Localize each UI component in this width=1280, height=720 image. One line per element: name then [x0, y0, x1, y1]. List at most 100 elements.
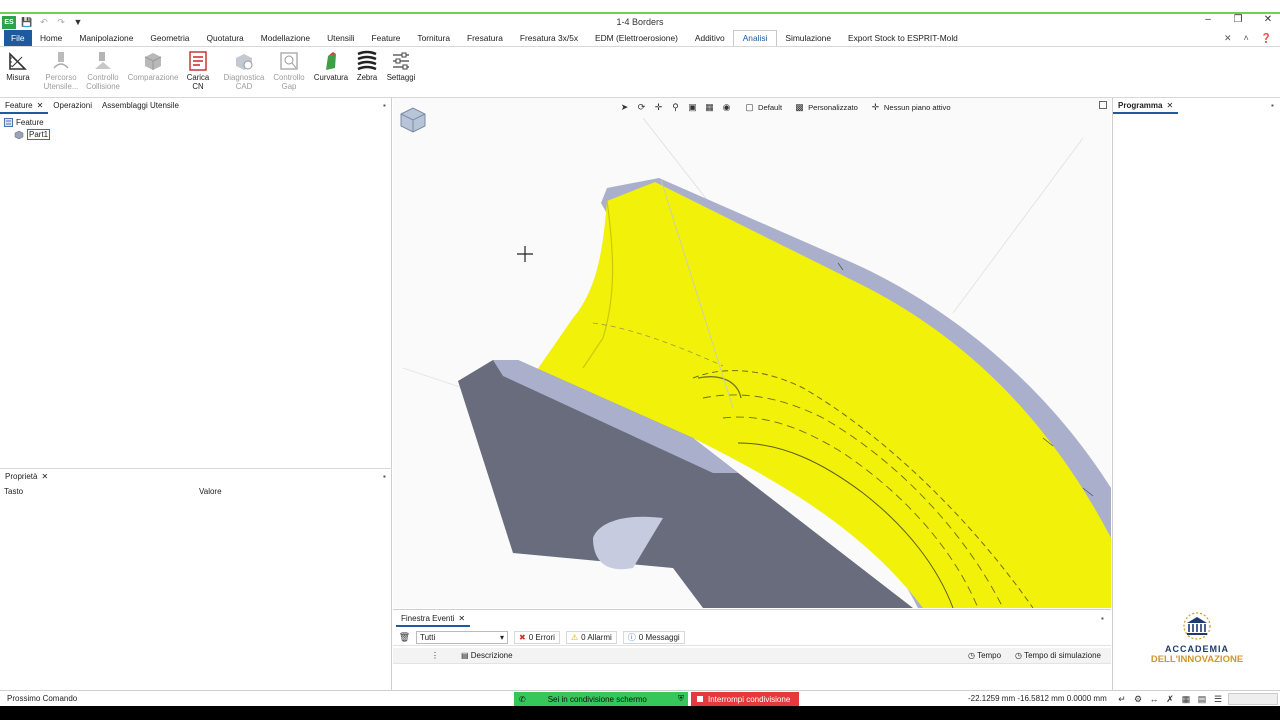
tab-programma[interactable]: Programma ✕ [1113, 98, 1179, 114]
undo-icon[interactable]: ↶ [38, 16, 50, 28]
menu-quotatura[interactable]: Quotatura [198, 30, 252, 46]
tab-operazioni[interactable]: Operazioni [48, 98, 97, 114]
misura-label: Misura [6, 73, 30, 82]
menu-file[interactable]: File [4, 30, 32, 46]
menu-modellazione[interactable]: Modellazione [252, 30, 318, 46]
ribbon-analisi: Misura Percorso Utensile... Controllo Co… [0, 46, 1280, 98]
trash-icon[interactable]: 🗑 [399, 632, 410, 643]
close-icon[interactable]: ✕ [1166, 101, 1173, 110]
maximize-icon[interactable]: ❐ [1232, 14, 1244, 25]
controllo-gap-button[interactable]: Controllo Gap [270, 50, 308, 91]
zoom-icon[interactable]: ⚲ [670, 102, 681, 113]
close-icon[interactable]: ✕ [41, 472, 48, 481]
esprit-window: ES 💾 ↶ ↷ ▼ 1-4 Borders – ❐ ✕ File Home M… [0, 0, 1280, 720]
app-logo-icon[interactable]: ES [2, 15, 16, 29]
view-cube-icon[interactable] [397, 104, 429, 134]
menu-home[interactable]: Home [32, 30, 71, 46]
chevron-down-icon: ▾ [499, 633, 504, 642]
description-label: Descrizione [470, 651, 513, 660]
pin-icon[interactable]: ▪ [1271, 101, 1274, 110]
info-icon: ⓘ [627, 633, 636, 642]
menu-utensili[interactable]: Utensili [319, 30, 363, 46]
pin-icon[interactable]: ▪ [1101, 614, 1104, 623]
menu-edm[interactable]: EDM (Elettroerosione) [587, 30, 687, 46]
sim-time-column[interactable]: ◷ Tempo di simulazione [1015, 651, 1101, 660]
menu-export-stock[interactable]: Export Stock to ESPRIT-Mold [840, 30, 967, 46]
menu-additivo[interactable]: Additivo [686, 30, 733, 46]
description-column[interactable]: ▤ Descrizione [461, 651, 513, 660]
tree-item-part1[interactable]: Part1 [14, 128, 51, 140]
messages-filter-button[interactable]: ⓘ 0 Messaggi [622, 631, 685, 644]
tab-assemblaggi-utensile[interactable]: Assemblaggi Utensile [97, 98, 184, 114]
zebra-label: Zebra [356, 73, 378, 82]
menu-tornitura[interactable]: Tornitura [409, 30, 459, 46]
events-filter-select[interactable]: Tutti ▾ [416, 631, 508, 644]
default-view-icon: ▢ [745, 101, 754, 112]
cross-snap-icon[interactable]: ✗ [1164, 693, 1176, 705]
percorso-utensile-button[interactable]: Percorso Utensile... [42, 50, 80, 91]
zebra-button[interactable]: Zebra [354, 50, 380, 83]
grid-icon[interactable]: ▦ [1180, 693, 1192, 705]
list-icon[interactable]: ☰ [1212, 693, 1224, 705]
tab-finestra-eventi[interactable]: Finestra Eventi ✕ [396, 611, 471, 627]
menu-fresatura[interactable]: Fresatura [459, 30, 512, 46]
rotate-icon[interactable]: ⟳ [636, 102, 647, 113]
menu-simulazione[interactable]: Simulazione [777, 30, 840, 46]
close-icon[interactable]: ✕ [458, 614, 465, 623]
pin-icon[interactable]: ▪ [383, 472, 386, 481]
menu-fresatura-3x5x[interactable]: Fresatura 3x/5x [511, 30, 586, 46]
select-pointer-icon[interactable]: ➤ [619, 102, 630, 113]
diagnostica-cad-button[interactable]: Diagnostica CAD [222, 50, 266, 91]
menu-geometria[interactable]: Geometria [142, 30, 198, 46]
status-slider[interactable] [1228, 693, 1278, 705]
pan-icon[interactable]: ✛ [653, 102, 664, 113]
tab-proprieta[interactable]: Proprietà ✕ [0, 469, 53, 485]
part-icon [14, 130, 24, 139]
close-icon[interactable]: ✕ [37, 101, 44, 110]
zoom-window-icon[interactable]: ▣ [687, 102, 698, 113]
work-plane-button[interactable]: ✛ Nessun piano attivo [870, 102, 951, 113]
tree-root[interactable]: Feature [4, 116, 50, 128]
custom-view-button[interactable]: ▩ Personalizzato [794, 102, 858, 113]
tab-feature[interactable]: Feature ✕ [0, 98, 49, 114]
save-icon[interactable]: 💾 [21, 16, 33, 28]
visibility-eye-icon[interactable]: ◉ [721, 102, 732, 113]
help-icon[interactable]: ❓ [1261, 33, 1272, 44]
alarms-filter-button[interactable]: ⚠ 0 Allarmi [565, 631, 617, 644]
command-prompt: Prossimo Comando [7, 694, 78, 703]
controllo-collisione-button[interactable]: Controllo Collisione [84, 50, 122, 91]
menu-manipolazione[interactable]: Manipolazione [71, 30, 142, 46]
curvatura-button[interactable]: Curvatura [312, 50, 350, 83]
custom-view-icon: ▩ [795, 101, 804, 112]
dimension-icon[interactable]: ↔ [1148, 693, 1160, 705]
part-model[interactable] [393, 98, 1111, 608]
maximize-viewport-icon[interactable] [1099, 101, 1107, 109]
shading-icon[interactable]: ▦ [704, 102, 715, 113]
minimize-icon[interactable]: – [1202, 14, 1214, 25]
comparazione-button[interactable]: Comparazione [126, 50, 180, 83]
snap-icon[interactable]: ↵ [1116, 693, 1128, 705]
gear-icon[interactable]: ⚙ [1132, 693, 1144, 705]
redo-icon[interactable]: ↷ [55, 16, 67, 28]
time-column[interactable]: ◷ Tempo [968, 651, 1001, 660]
stop-sharing-button[interactable]: Interrompi condivisione [691, 692, 799, 706]
tree-expand-icon[interactable]: ⋮ [431, 651, 439, 660]
quick-access-dropdown-icon[interactable]: ▼ [72, 16, 84, 28]
layers-icon[interactable]: ▤ [1196, 693, 1208, 705]
misura-button[interactable]: Misura [5, 50, 31, 83]
close-document-icon[interactable]: ✕ [1224, 33, 1232, 44]
collapse-ribbon-icon[interactable]: ˄ [1244, 33, 1249, 43]
carica-cn-button[interactable]: Carica CN [184, 50, 212, 91]
settaggi-button[interactable]: Settaggi [385, 50, 417, 83]
pin-icon[interactable]: ▪ [383, 101, 386, 110]
share-status-label: Sei in condivisione schermo [547, 694, 647, 704]
3d-viewport[interactable]: ➤ ⟳ ✛ ⚲ ▣ ▦ ◉ ▢ Default ▩ Personalizzato ✛… [393, 98, 1111, 608]
errors-count: 0 Errori [528, 633, 555, 642]
close-window-icon[interactable]: ✕ [1262, 14, 1274, 25]
tree-root-label: Feature [16, 117, 44, 127]
menu-feature[interactable]: Feature [363, 30, 409, 46]
default-view-button[interactable]: ▢ Default [744, 102, 782, 113]
errors-filter-button[interactable]: ✖ 0 Errori [514, 631, 560, 644]
menu-analisi[interactable]: Analisi [733, 30, 777, 46]
cursor-coordinates: -22.1259 mm -16.5812 mm 0.0000 mm [968, 694, 1107, 703]
